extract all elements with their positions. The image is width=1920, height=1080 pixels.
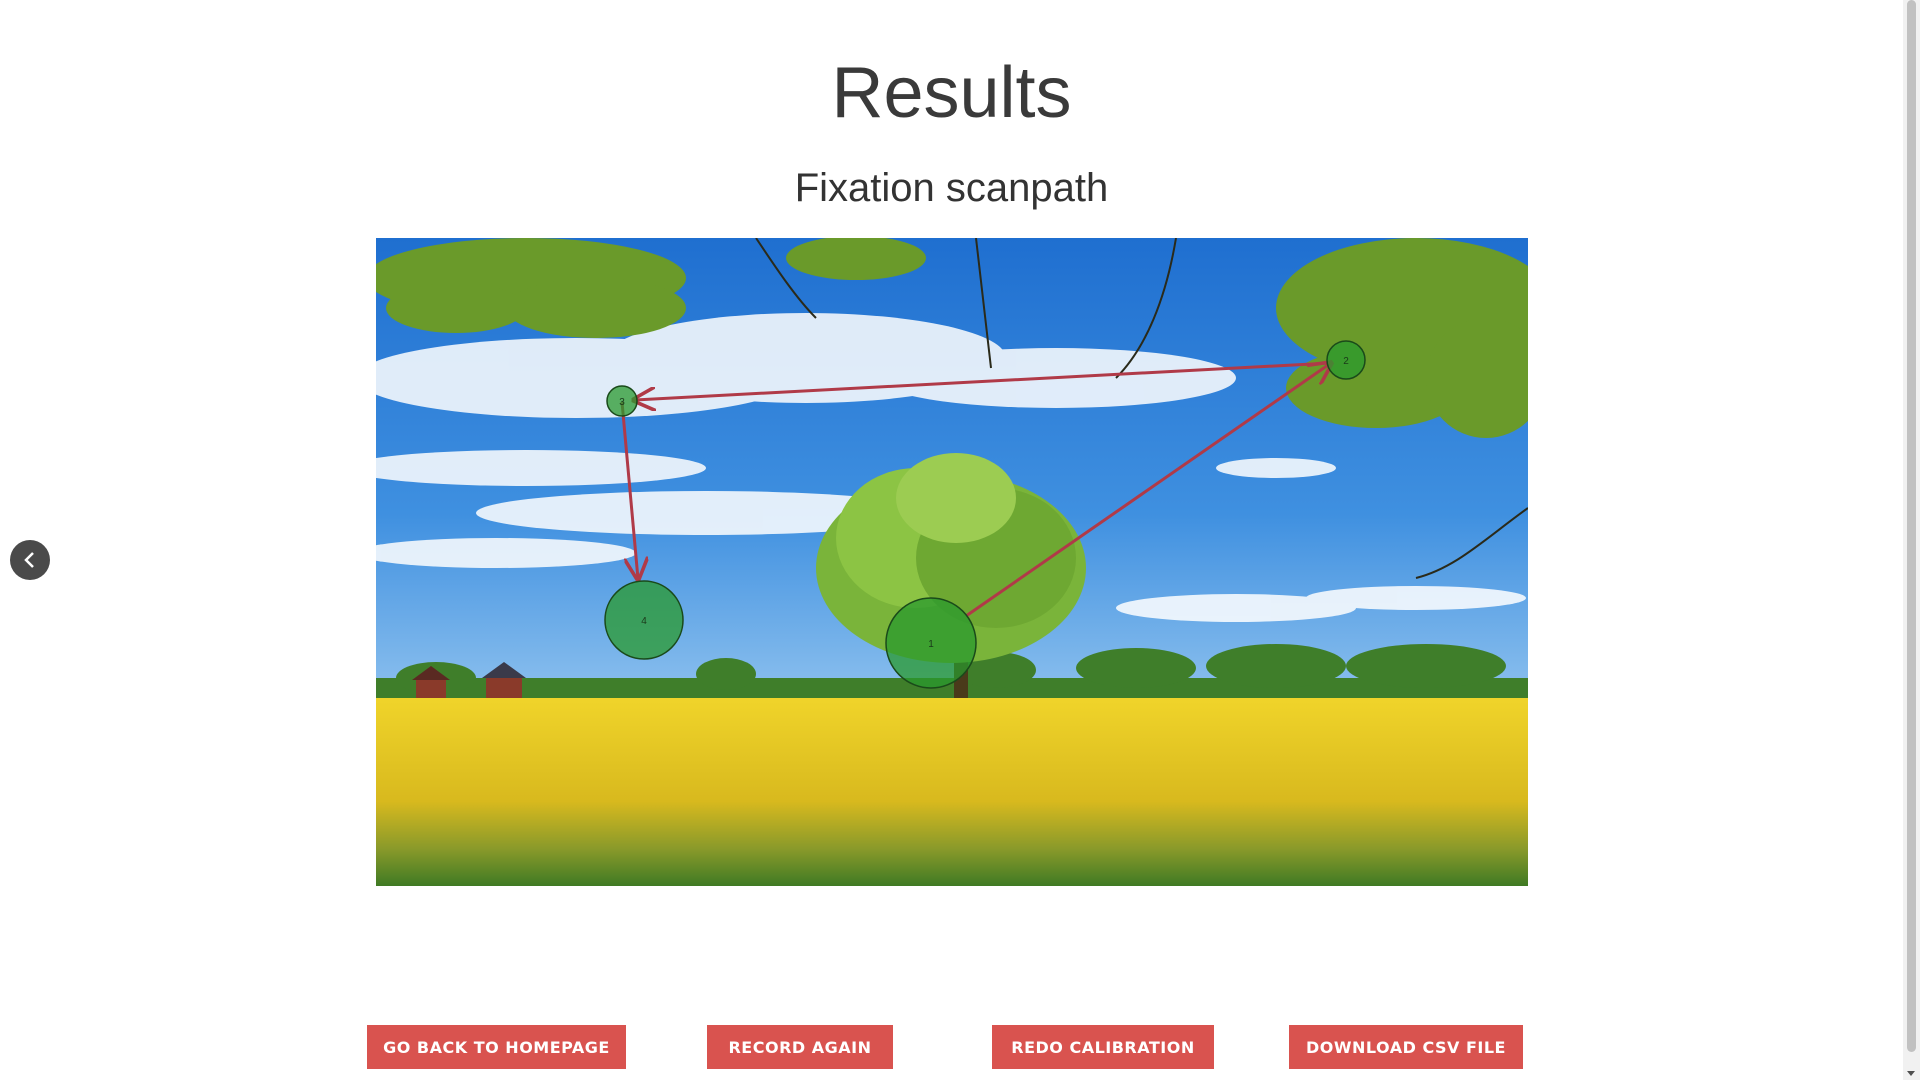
scrollbar-thumb[interactable] (1907, 0, 1916, 1052)
fixation-2: 2 (1326, 340, 1366, 380)
fixation-2-label: 2 (1343, 356, 1349, 367)
redo-calibration-button[interactable]: REDO CALIBRATION (992, 1025, 1214, 1069)
rapeseed-field (376, 698, 1528, 886)
fixation-3: 3 (606, 385, 638, 417)
fixation-4: 4 (604, 580, 684, 660)
download-csv-button[interactable]: DOWNLOAD CSV FILE (1289, 1025, 1523, 1069)
section-subtitle: Fixation scanpath (794, 166, 1109, 210)
action-buttons: GO BACK TO HOMEPAGE RECORD AGAIN REDO CA… (0, 1025, 1903, 1069)
fixation-4-label: 4 (641, 616, 647, 627)
record-again-button[interactable]: RECORD AGAIN (707, 1025, 893, 1069)
fixation-3-label: 3 (619, 397, 625, 408)
scroll-down-arrow-icon[interactable] (1907, 1071, 1915, 1076)
scene-photo: 1 2 3 4 (376, 238, 1528, 886)
fixation-1: 1 (885, 597, 977, 689)
vertical-scrollbar[interactable] (1903, 0, 1920, 1080)
chevron-left-icon (24, 552, 34, 568)
go-back-homepage-button[interactable]: GO BACK TO HOMEPAGE (367, 1025, 626, 1069)
fixation-1-label: 1 (928, 639, 934, 650)
scanpath-image: 1 2 3 4 (376, 238, 1528, 886)
page-title: Results (831, 53, 1072, 133)
previous-slide-button[interactable] (10, 540, 50, 580)
